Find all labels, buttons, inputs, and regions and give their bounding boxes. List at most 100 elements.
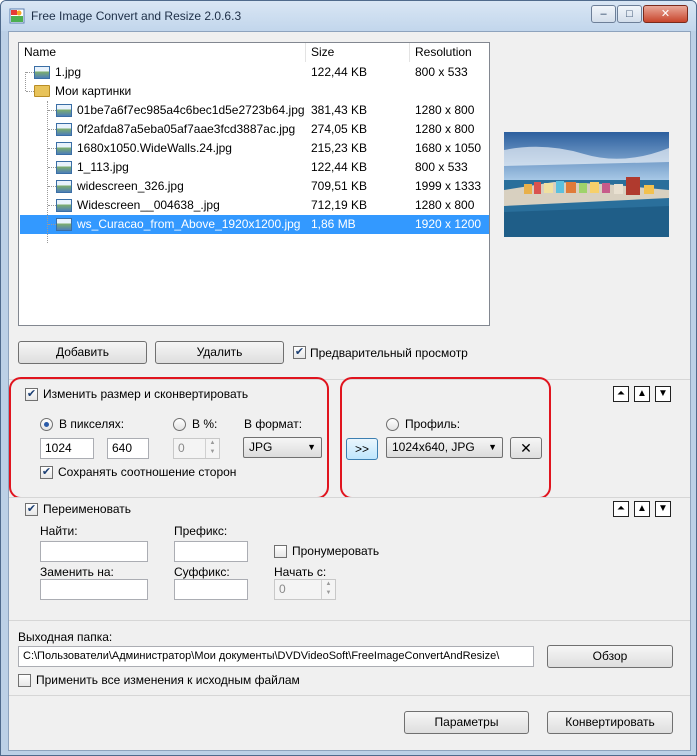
profile-radio[interactable] <box>386 418 399 431</box>
file-size: 1,86 MB <box>311 217 356 231</box>
file-name: 1680x1050.WideWalls.24.jpg <box>77 141 232 155</box>
rename-checkbox[interactable]: ✔ <box>25 503 38 516</box>
table-row[interactable]: 0f2afda87a5eba05af7aae3fcd3887ac.jpg 274,… <box>20 120 489 139</box>
percent-radio[interactable] <box>173 418 186 431</box>
tree-line <box>47 101 48 243</box>
table-row[interactable]: Widescreen__004638_.jpg 712,19 KB 1280 x 8… <box>20 196 489 215</box>
rename-collapse-button[interactable]: ⏶ <box>613 501 629 517</box>
prefix-label: Префикс: <box>174 524 228 538</box>
rename-up-button[interactable]: ▲ <box>634 501 650 517</box>
close-button[interactable]: ✕ <box>643 5 688 23</box>
start-stepper[interactable]: 0 ▲ ▼ <box>274 579 336 600</box>
keep-ratio-label: Сохранять соотношение сторон <box>58 465 237 479</box>
file-name: 0f2afda87a5eba05af7aae3fcd3887ac.jpg <box>77 122 296 136</box>
app-icon <box>9 8 25 24</box>
file-name: Widescreen__004638_.jpg <box>77 198 220 212</box>
resize-label: Изменить размер и сконвертировать <box>43 387 249 401</box>
apply-original-label: Применить все изменения к исходным файла… <box>36 673 300 687</box>
apply-profile-button[interactable]: >> <box>346 438 378 460</box>
resize-down-button[interactable]: ▼ <box>655 386 671 402</box>
table-row[interactable]: ws_Curacao_from_Above_1920x1200.jpg 1,86 … <box>20 215 489 234</box>
profile-select[interactable]: 1024x640, JPG ▼ <box>386 437 503 458</box>
table-row[interactable]: widescreen_326.jpg 709,51 KB 1999 x 1333 <box>20 177 489 196</box>
column-header-size[interactable]: Size <box>306 43 410 62</box>
output-label: Выходная папка: <box>18 630 113 644</box>
start-value: 0 <box>279 582 286 596</box>
minimize-button[interactable]: – <box>591 5 616 23</box>
down-arrow-icon: ▼ <box>658 388 668 399</box>
add-button[interactable]: Добавить <box>18 341 147 364</box>
table-row[interactable]: 1_113.jpg 122,44 KB 800 x 533 <box>20 158 489 177</box>
file-size: 381,43 KB <box>311 103 368 117</box>
tree-connector <box>48 205 56 206</box>
rename-down-button[interactable]: ▼ <box>655 501 671 517</box>
delete-profile-button[interactable]: ✕ <box>510 437 542 459</box>
column-header-name[interactable]: Name <box>19 43 306 62</box>
height-input[interactable]: 640 <box>107 438 149 459</box>
find-input[interactable] <box>40 541 148 562</box>
convert-button[interactable]: Конвертировать <box>547 711 673 734</box>
chevron-down-icon: ▼ <box>488 442 497 452</box>
down-arrow-icon: ▼ <box>658 503 668 514</box>
file-size: 274,05 KB <box>311 122 368 136</box>
replace-input[interactable] <box>40 579 148 600</box>
file-name: ws_Curacao_from_Above_1920x1200.jpg <box>77 217 301 231</box>
resize-collapse-button[interactable]: ⏶ <box>613 386 629 402</box>
up-arrow-icon: ▲ <box>637 388 647 399</box>
prefix-input[interactable] <box>174 541 248 562</box>
resize-up-button[interactable]: ▲ <box>634 386 650 402</box>
tree-connector <box>48 186 56 187</box>
tree-connector <box>48 167 56 168</box>
tree-connector <box>48 148 56 149</box>
number-checkbox[interactable] <box>274 545 287 558</box>
file-resolution: 1999 x 1333 <box>415 179 482 193</box>
table-row[interactable]: Мои картинки <box>20 82 489 101</box>
file-resolution: 1680 x 1050 <box>415 141 482 155</box>
title-bar[interactable]: Free Image Convert and Resize 2.0.6.3 – … <box>1 1 696 31</box>
pixels-label: В пикселях: <box>59 417 125 431</box>
suffix-input[interactable] <box>174 579 248 600</box>
percent-value: 0 <box>178 441 185 455</box>
column-header-resolution[interactable]: Resolution <box>410 43 489 62</box>
file-resolution: 800 x 533 <box>415 65 468 79</box>
profile-label: Профиль: <box>405 417 461 431</box>
table-row[interactable]: 1680x1050.WideWalls.24.jpg 215,23 KB 1680 … <box>20 139 489 158</box>
pixels-radio[interactable] <box>40 418 53 431</box>
apply-original-checkbox[interactable] <box>18 674 31 687</box>
output-path-input[interactable]: C:\Пользователи\Администратор\Мои докуме… <box>18 646 534 667</box>
remove-button[interactable]: Удалить <box>155 341 284 364</box>
file-resolution: 800 x 533 <box>415 160 468 174</box>
collapse-icon: ⏶ <box>617 388 625 399</box>
table-row[interactable]: 1.jpg 122,44 KB 800 x 533 <box>20 63 489 82</box>
keep-ratio-checkbox[interactable]: ✔ <box>40 466 53 479</box>
replace-label: Заменить на: <box>40 565 114 579</box>
image-file-icon <box>56 161 72 174</box>
profile-value: 1024x640, JPG <box>392 440 475 454</box>
format-select[interactable]: JPG ▼ <box>243 437 322 458</box>
preview-image <box>504 132 669 237</box>
file-name: widescreen_326.jpg <box>77 179 184 193</box>
maximize-button[interactable]: □ <box>617 5 642 23</box>
file-resolution: 1280 x 800 <box>415 103 475 117</box>
preview-checkbox[interactable]: ✔ <box>293 346 306 359</box>
table-row[interactable]: 01be7a6f7ec985a4c6bec1d5e2723b64.jpg 381,… <box>20 101 489 120</box>
window-title: Free Image Convert and Resize 2.0.6.3 <box>31 9 242 23</box>
tree-connector <box>48 129 56 130</box>
resize-checkbox[interactable]: ✔ <box>25 388 38 401</box>
settings-button[interactable]: Параметры <box>404 711 529 734</box>
width-input[interactable]: 1024 <box>40 438 94 459</box>
image-file-icon <box>34 66 50 79</box>
preview-label: Предварительный просмотр <box>310 346 468 360</box>
format-value: JPG <box>249 440 273 454</box>
file-list[interactable]: Name Size Resolution 1.jpg 122,44 KB 800 x… <box>18 42 490 326</box>
output-separator <box>9 620 690 621</box>
tree-line <box>25 72 26 91</box>
suffix-label: Суффикс: <box>174 565 230 579</box>
close-icon: ✕ <box>520 440 532 456</box>
tree-connector <box>26 72 34 73</box>
percent-stepper[interactable]: 0 ▲ ▼ <box>173 438 220 459</box>
chevron-down-icon: ▼ <box>307 442 316 452</box>
collapse-icon: ⏶ <box>617 503 625 514</box>
file-resolution: 1280 x 800 <box>415 198 475 212</box>
browse-button[interactable]: Обзор <box>547 645 673 668</box>
